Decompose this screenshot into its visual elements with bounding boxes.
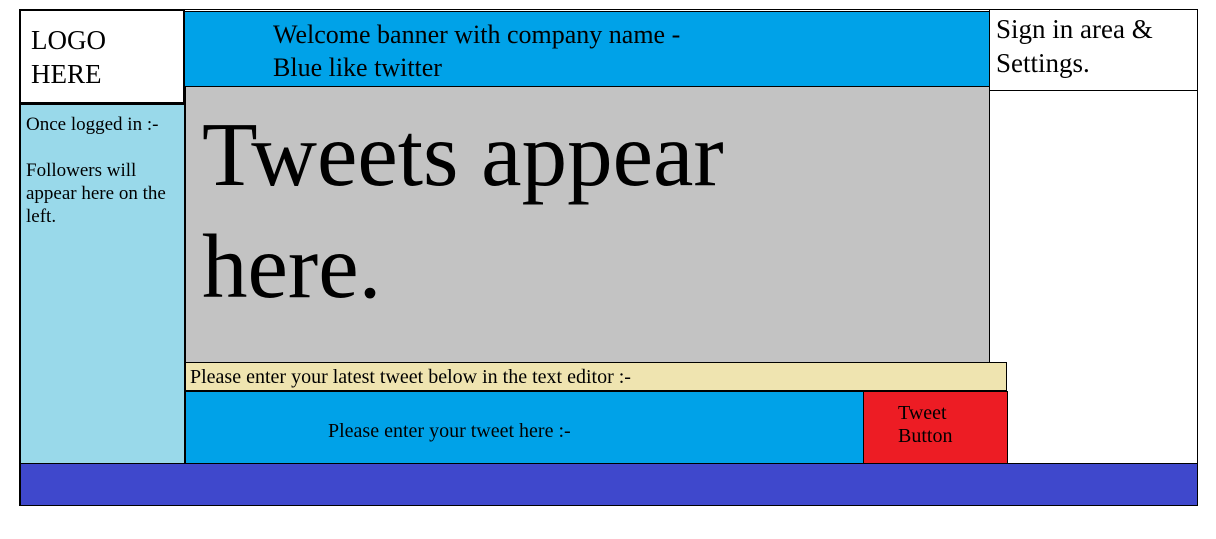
footer-bar: [20, 463, 1198, 506]
sign-in-area[interactable]: Sign in area & Settings.: [989, 9, 1198, 91]
tweet-text-editor[interactable]: Please enter your tweet here :-: [185, 391, 864, 464]
sidebar-login-note: Once logged in :-: [26, 114, 159, 135]
tweet-button[interactable]: Tweet Button: [863, 391, 1008, 464]
tweet-feed: Tweets appear here.: [185, 86, 990, 363]
welcome-banner: Welcome banner with company name - Blue …: [184, 11, 990, 87]
tweet-prompt-label: Please enter your latest tweet below in …: [185, 362, 1007, 391]
logo-placeholder: LOGO HERE: [19, 9, 185, 104]
followers-sidebar: Once logged in :- Followers will appear …: [20, 104, 185, 464]
sidebar-followers-note: Followers will appear here on the left.: [26, 160, 166, 227]
